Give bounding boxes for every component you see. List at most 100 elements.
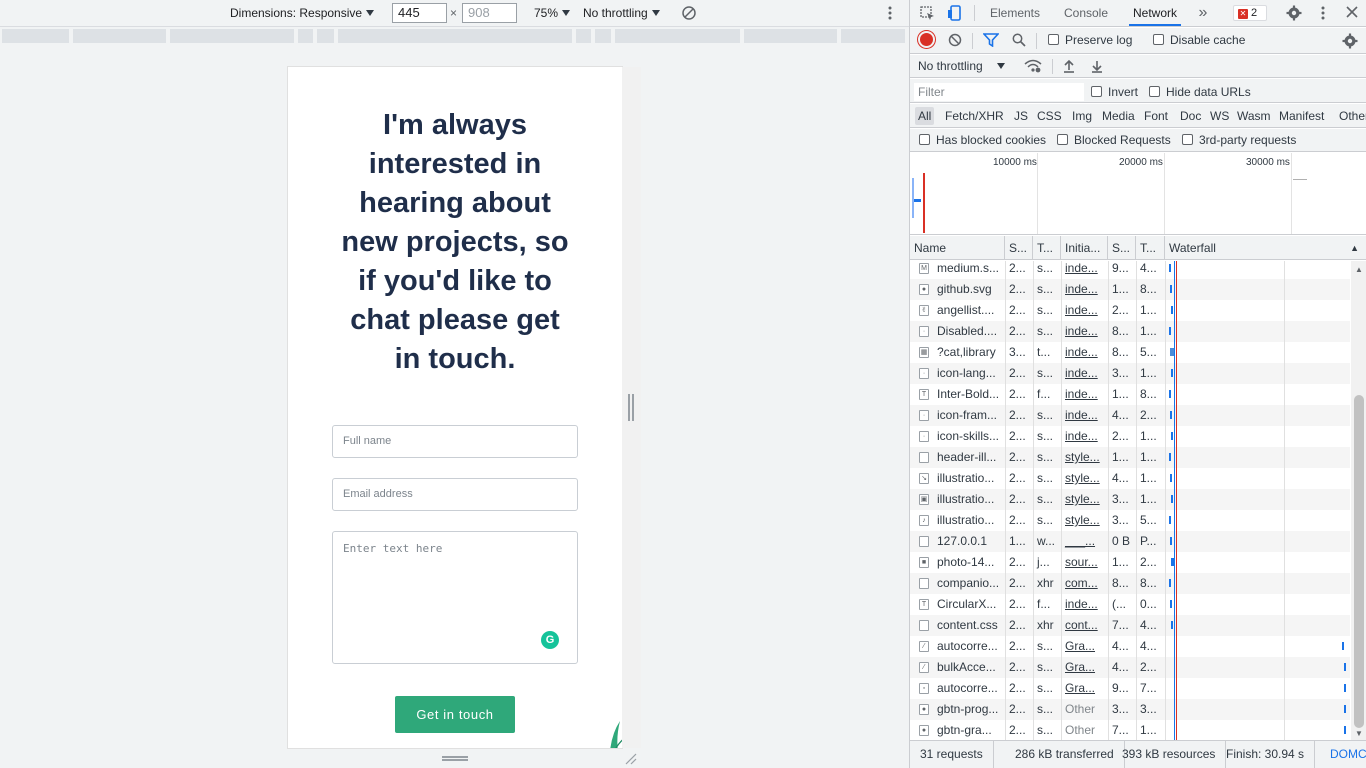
more-options-icon[interactable]: [886, 4, 894, 22]
cell-initiator[interactable]: inde...: [1061, 279, 1108, 300]
type-filter-wasm[interactable]: Wasm: [1234, 107, 1274, 125]
filter-funnel-icon[interactable]: [982, 33, 1000, 49]
resize-handle-right[interactable]: [628, 394, 634, 421]
tab-network[interactable]: Network: [1129, 0, 1181, 26]
cell-initiator[interactable]: Other: [1061, 720, 1108, 740]
network-conditions-icon[interactable]: [1024, 59, 1042, 75]
type-filter-media[interactable]: Media: [1099, 107, 1138, 125]
cell-initiator[interactable]: inde...: [1061, 342, 1108, 363]
cell-initiator[interactable]: com...: [1061, 573, 1108, 594]
media-query-segment[interactable]: [841, 29, 907, 43]
device-toolbar-toggle-icon[interactable]: [947, 5, 962, 23]
request-list-scrollbar[interactable]: ▲ ▼: [1351, 261, 1366, 740]
more-tabs-icon[interactable]: »: [1195, 0, 1211, 26]
column-initiator[interactable]: Initia...: [1061, 236, 1108, 260]
record-button-icon[interactable]: [920, 33, 933, 46]
preserve-log-checkbox[interactable]: Preserve log: [1048, 33, 1132, 47]
cell-initiator[interactable]: cont...: [1061, 615, 1108, 636]
filter-input[interactable]: Filter: [914, 83, 1084, 101]
media-query-segment[interactable]: [73, 29, 168, 43]
get-in-touch-button[interactable]: Get in touch: [395, 696, 515, 733]
type-filter-js[interactable]: JS: [1011, 107, 1031, 125]
throttling-dropdown[interactable]: No throttling: [918, 59, 1005, 73]
type-filter-doc[interactable]: Doc: [1177, 107, 1204, 125]
type-filter-all[interactable]: All: [915, 107, 935, 125]
cell-initiator[interactable]: Other: [1061, 699, 1108, 720]
clear-icon[interactable]: [948, 33, 962, 49]
cell-initiator[interactable]: inde...: [1061, 426, 1108, 447]
export-har-icon[interactable]: [1090, 59, 1104, 75]
cell-initiator[interactable]: ___...: [1061, 531, 1108, 552]
cell-initiator[interactable]: inde...: [1061, 384, 1108, 405]
width-input[interactable]: 445: [392, 3, 447, 23]
dimensions-dropdown[interactable]: Dimensions: Responsive: [230, 0, 375, 26]
media-query-segment[interactable]: [298, 29, 315, 43]
type-filter-fetch-xhr[interactable]: Fetch/XHR: [942, 107, 1007, 125]
error-count-badge[interactable]: ✕ 2: [1233, 5, 1267, 21]
close-devtools-icon[interactable]: [1346, 5, 1358, 21]
cell-initiator[interactable]: style...: [1061, 510, 1108, 531]
cell-initiator[interactable]: inde...: [1061, 594, 1108, 615]
grammarly-icon[interactable]: G: [541, 631, 559, 649]
column-name[interactable]: Name: [910, 236, 1005, 260]
hide-data-urls-checkbox[interactable]: Hide data URLs: [1149, 85, 1251, 99]
resize-corner-icon[interactable]: [624, 752, 638, 766]
type-filter-ws[interactable]: WS: [1207, 107, 1232, 125]
type-filter-css[interactable]: CSS: [1034, 107, 1065, 125]
cell-initiator[interactable]: style...: [1061, 468, 1108, 489]
media-query-segment[interactable]: [615, 29, 742, 43]
disable-cache-checkbox[interactable]: Disable cache: [1153, 33, 1245, 47]
search-icon[interactable]: [1012, 33, 1026, 49]
height-input[interactable]: 908: [462, 3, 517, 23]
scroll-up-icon[interactable]: ▲: [1355, 265, 1363, 274]
cell-type: s...: [1037, 429, 1054, 443]
media-query-segment[interactable]: [2, 29, 71, 43]
column-type[interactable]: T...: [1033, 236, 1061, 260]
scroll-thumb[interactable]: [1354, 395, 1364, 728]
media-query-segment[interactable]: [595, 29, 613, 43]
network-settings-gear-icon[interactable]: [1342, 33, 1358, 51]
cell-initiator[interactable]: Gra...: [1061, 657, 1108, 678]
invert-checkbox[interactable]: Invert: [1091, 85, 1138, 99]
cell-initiator[interactable]: sour...: [1061, 552, 1108, 573]
cell-initiator[interactable]: inde...: [1061, 405, 1108, 426]
cell-initiator[interactable]: Gra...: [1061, 678, 1108, 699]
column-time[interactable]: T...: [1136, 236, 1165, 260]
rotate-icon[interactable]: [681, 4, 697, 22]
type-filter-manifest[interactable]: Manifest: [1276, 107, 1327, 125]
cell-initiator[interactable]: style...: [1061, 489, 1108, 510]
media-query-segment[interactable]: [576, 29, 593, 43]
network-overview-timeline[interactable]: 10000 ms 20000 ms 30000 ms: [910, 153, 1366, 235]
media-query-segment[interactable]: [170, 29, 296, 43]
settings-gear-icon[interactable]: [1286, 5, 1302, 23]
third-party-checkbox[interactable]: 3rd-party requests: [1182, 133, 1296, 147]
cell-initiator[interactable]: style...: [1061, 447, 1108, 468]
full-name-field[interactable]: Full name: [332, 425, 578, 458]
media-query-segment[interactable]: [744, 29, 839, 43]
media-query-segment[interactable]: [317, 29, 336, 43]
tab-elements[interactable]: Elements: [989, 0, 1041, 26]
cell-initiator[interactable]: inde...: [1061, 363, 1108, 384]
cell-initiator[interactable]: inde...: [1061, 321, 1108, 342]
zoom-dropdown[interactable]: 75%: [534, 0, 571, 26]
email-field[interactable]: Email address: [332, 478, 578, 511]
import-har-icon[interactable]: [1062, 59, 1076, 75]
column-status[interactable]: S...: [1005, 236, 1033, 260]
resize-handle-bottom[interactable]: [442, 756, 468, 761]
type-filter-img[interactable]: Img: [1069, 107, 1095, 125]
media-query-segment[interactable]: [338, 29, 574, 43]
blocked-requests-checkbox[interactable]: Blocked Requests: [1057, 133, 1171, 147]
scroll-down-icon[interactable]: ▼: [1355, 729, 1363, 738]
type-filter-font[interactable]: Font: [1141, 107, 1171, 125]
column-waterfall[interactable]: Waterfall ▲: [1165, 236, 1366, 260]
cell-initiator[interactable]: inde...: [1061, 261, 1108, 279]
type-filter-other[interactable]: Other: [1336, 107, 1366, 125]
tab-console[interactable]: Console: [1062, 0, 1110, 26]
throttling-dropdown[interactable]: No throttling: [583, 0, 660, 26]
customize-menu-icon[interactable]: [1319, 5, 1327, 23]
cell-initiator[interactable]: inde...: [1061, 300, 1108, 321]
column-size[interactable]: S...: [1108, 236, 1136, 260]
blocked-cookies-checkbox[interactable]: Has blocked cookies: [919, 133, 1046, 147]
cell-initiator[interactable]: Gra...: [1061, 636, 1108, 657]
inspect-element-icon[interactable]: [920, 6, 935, 23]
